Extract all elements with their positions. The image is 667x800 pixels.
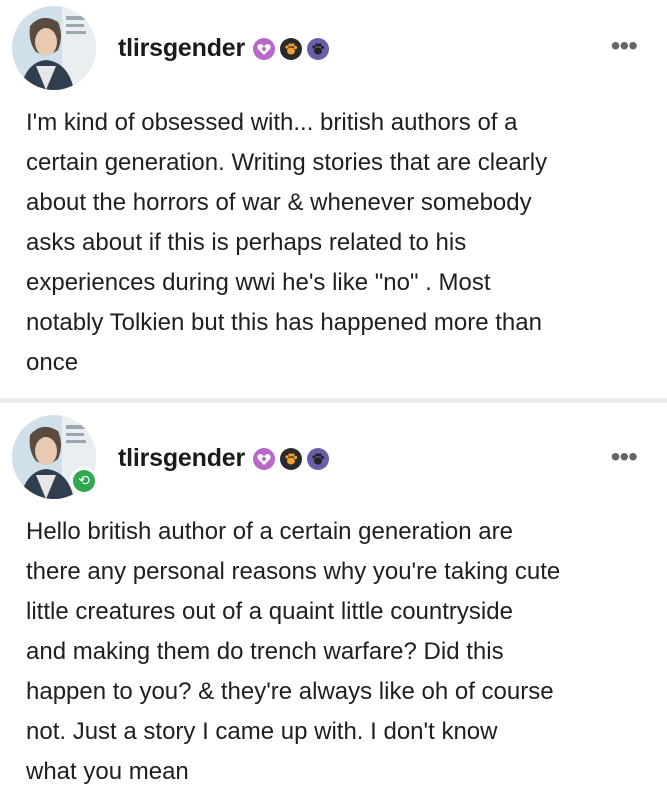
post-header: tlirsgender — [118, 444, 329, 473]
post-text-line: notably Tolkien but this has happened mo… — [26, 309, 542, 336]
post-body: I'm kind of obsessed with... british aut… — [26, 103, 646, 383]
more-horizontal-icon[interactable]: ••• — [611, 32, 638, 60]
post-body: Hello british author of a certain genera… — [26, 512, 646, 792]
post-header: tlirsgender — [118, 34, 329, 63]
sparkle-heart-badge-icon[interactable] — [253, 37, 275, 60]
avatar[interactable] — [12, 6, 96, 90]
paw-badge-icon[interactable] — [307, 37, 329, 60]
badge-group — [253, 37, 329, 60]
post-text-line: certain generation. Writing stories that… — [26, 149, 548, 176]
post-text-line: little creatures out of a quaint little … — [26, 598, 513, 625]
sparkle-heart-badge-icon[interactable] — [253, 447, 275, 470]
more-horizontal-icon[interactable]: ••• — [611, 443, 638, 471]
post-text-line: Hello british author of a certain genera… — [26, 518, 513, 545]
post-text-line: experiences during wwi he's like "no" . … — [26, 269, 491, 296]
post-text-line: I'm kind of obsessed with... british aut… — [26, 109, 518, 136]
post-reblog: ⟲ tlirsgender ••• Hello british author o… — [0, 401, 667, 800]
post-original: tlirsgender ••• I'm kind of obsessed wit… — [0, 0, 667, 401]
post-text-line: once — [26, 349, 79, 376]
post-text-line: about the horrors of war & whenever some… — [26, 189, 532, 216]
post-text-line: there any personal reasons why you're ta… — [26, 558, 561, 585]
avatar-image — [12, 6, 96, 90]
paw-badge-icon[interactable] — [280, 37, 302, 60]
paw-badge-icon[interactable] — [307, 447, 329, 470]
username-link[interactable]: tlirsgender — [118, 444, 245, 473]
post-text-line: what you mean — [26, 758, 189, 785]
post-text-line: happen to you? & they're always like oh … — [26, 678, 554, 705]
username-link[interactable]: tlirsgender — [118, 34, 245, 63]
paw-badge-icon[interactable] — [280, 447, 302, 470]
badge-group — [253, 447, 329, 470]
post-text-line: not. Just a story I came up with. I don'… — [26, 718, 498, 745]
post-text-line: asks about if this is perhaps related to… — [26, 229, 467, 256]
post-text-line: and making them do trench warfare? Did t… — [26, 638, 504, 665]
reblog-icon: ⟲ — [70, 467, 98, 495]
